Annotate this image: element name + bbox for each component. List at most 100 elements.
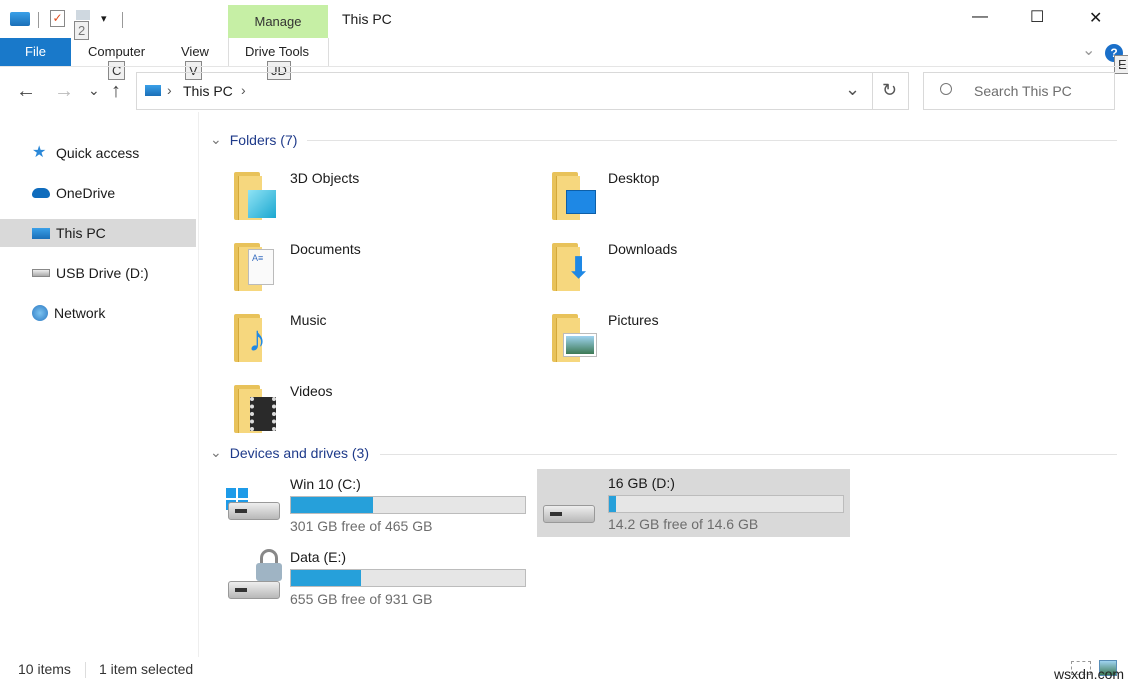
folder-label: Desktop	[608, 170, 659, 186]
sidebar-item-label: USB Drive (D:)	[56, 265, 149, 281]
minimize-button[interactable]: —	[972, 8, 988, 26]
drive-name: Win 10 (C:)	[290, 476, 361, 492]
close-button[interactable]: ✕	[1089, 8, 1102, 28]
properties-icon[interactable]: ✓	[50, 10, 65, 27]
divider	[38, 12, 39, 28]
drives-group-header[interactable]: ⌄ Devices and drives (3)	[210, 444, 369, 461]
folder-desktop[interactable]: Desktop	[528, 170, 828, 234]
usb-drive-icon	[543, 505, 595, 523]
drive-free-space: 655 GB free of 931 GB	[290, 591, 432, 607]
drive-c[interactable]: Win 10 (C:) 301 GB free of 465 GB	[210, 472, 522, 540]
context-tab-manage[interactable]: Manage	[228, 5, 328, 38]
sidebar-item-usb-drive[interactable]: USB Drive (D:)	[0, 259, 196, 287]
divider	[872, 73, 873, 109]
folder-label: Videos	[290, 383, 333, 399]
qat-dropdown[interactable]: ▾	[101, 12, 107, 25]
folder-label: 3D Objects	[290, 170, 359, 186]
refresh-button[interactable]: ↻	[882, 80, 897, 101]
hard-drive-icon	[228, 581, 280, 599]
sidebar-item-network[interactable]: Network	[0, 299, 196, 327]
new-folder-icon[interactable]	[76, 10, 90, 20]
chevron-down-icon: ⌄	[210, 131, 222, 148]
cloud-icon	[32, 188, 50, 198]
hard-drive-icon	[228, 502, 280, 520]
folder-pictures[interactable]: Pictures	[528, 312, 828, 376]
drive-usage-fill	[609, 496, 616, 512]
address-bar[interactable]: › This PC › ⌄ ↻	[136, 72, 909, 110]
folder-documents[interactable]: A≡ Documents	[210, 241, 510, 305]
usb-drive-icon	[32, 269, 50, 277]
app-icon	[10, 12, 30, 26]
documents-folder-icon: A≡	[232, 243, 278, 293]
divider	[307, 140, 1117, 141]
folder-label: Documents	[290, 241, 361, 257]
key-tip: C	[108, 61, 125, 80]
group-title: Folders (7)	[230, 132, 298, 148]
divider	[122, 12, 123, 28]
divider	[85, 662, 86, 678]
drive-usage-bar	[290, 569, 526, 587]
network-icon	[32, 305, 48, 321]
drive-usage-fill	[291, 497, 373, 513]
recent-locations-button[interactable]: ⌄	[88, 82, 100, 99]
music-folder-icon: ♪	[232, 314, 278, 364]
chevron-down-icon: ⌄	[210, 444, 222, 461]
folders-group-header[interactable]: ⌄ Folders (7)	[210, 131, 297, 148]
sidebar-item-label: This PC	[56, 225, 106, 241]
tab-computer[interactable]: Computer	[88, 44, 145, 59]
status-item-count: 10 items	[18, 661, 71, 677]
key-tip: 2	[74, 21, 89, 40]
star-icon: ★	[32, 146, 50, 160]
tab-view[interactable]: View	[181, 44, 209, 59]
folder-3d-objects[interactable]: 3D Objects	[210, 170, 510, 234]
sidebar-item-label: Network	[54, 305, 105, 321]
sidebar-item-quick-access[interactable]: ★Quick access	[0, 139, 196, 167]
computer-icon	[32, 228, 50, 239]
videos-folder-icon	[232, 385, 278, 435]
divider	[380, 454, 1117, 455]
watermark: wsxdn.com	[1054, 666, 1124, 682]
status-selected: 1 item selected	[99, 661, 193, 677]
window-title: This PC	[342, 11, 392, 27]
drive-free-space: 14.2 GB free of 14.6 GB	[608, 516, 758, 532]
drive-usage-fill	[291, 570, 361, 586]
search-box[interactable]: Search This PC	[923, 72, 1115, 110]
group-title: Devices and drives (3)	[230, 445, 369, 461]
drive-name: 16 GB (D:)	[608, 475, 675, 491]
this-pc-icon	[145, 85, 161, 96]
folder-downloads[interactable]: ⬇ Downloads	[528, 241, 828, 305]
divider	[198, 112, 199, 657]
drive-usage-bar	[290, 496, 526, 514]
breadcrumb-sep[interactable]: ›	[241, 82, 246, 98]
search-icon	[940, 83, 952, 95]
up-button[interactable]: ↑	[111, 80, 121, 103]
folder-videos[interactable]: Videos	[210, 383, 510, 447]
desktop-folder-icon	[550, 172, 596, 222]
drive-free-space: 301 GB free of 465 GB	[290, 518, 432, 534]
pictures-folder-icon	[550, 314, 596, 364]
folder-label: Downloads	[608, 241, 677, 257]
divider	[0, 66, 1128, 67]
drive-name: Data (E:)	[290, 549, 346, 565]
address-dropdown[interactable]: ⌄	[845, 79, 860, 100]
folder-music[interactable]: ♪Music	[210, 312, 510, 376]
forward-button[interactable]: →	[54, 80, 74, 103]
ribbon-collapse-button[interactable]: ⌄	[1082, 40, 1095, 60]
maximize-button[interactable]: ☐	[1030, 7, 1044, 27]
search-placeholder: Search This PC	[974, 83, 1072, 99]
breadcrumb-sep: ›	[167, 82, 172, 98]
tab-file[interactable]: File	[0, 38, 71, 66]
drive-usage-bar	[608, 495, 844, 513]
3d-objects-folder-icon	[232, 172, 278, 222]
breadcrumb-this-pc[interactable]: This PC	[183, 83, 233, 99]
sidebar-item-onedrive[interactable]: OneDrive	[0, 179, 196, 207]
key-tip: E	[1114, 55, 1128, 74]
drive-e[interactable]: Data (E:) 655 GB free of 931 GB	[210, 545, 522, 613]
downloads-folder-icon: ⬇	[550, 243, 596, 293]
lock-body	[256, 563, 282, 581]
tab-drive-tools[interactable]: Drive Tools	[245, 44, 309, 59]
back-button[interactable]: ←	[16, 80, 36, 103]
drive-d[interactable]: 16 GB (D:) 14.2 GB free of 14.6 GB	[537, 469, 850, 537]
sidebar-item-label: OneDrive	[56, 185, 115, 201]
sidebar-item-this-pc[interactable]: This PC	[0, 219, 196, 247]
